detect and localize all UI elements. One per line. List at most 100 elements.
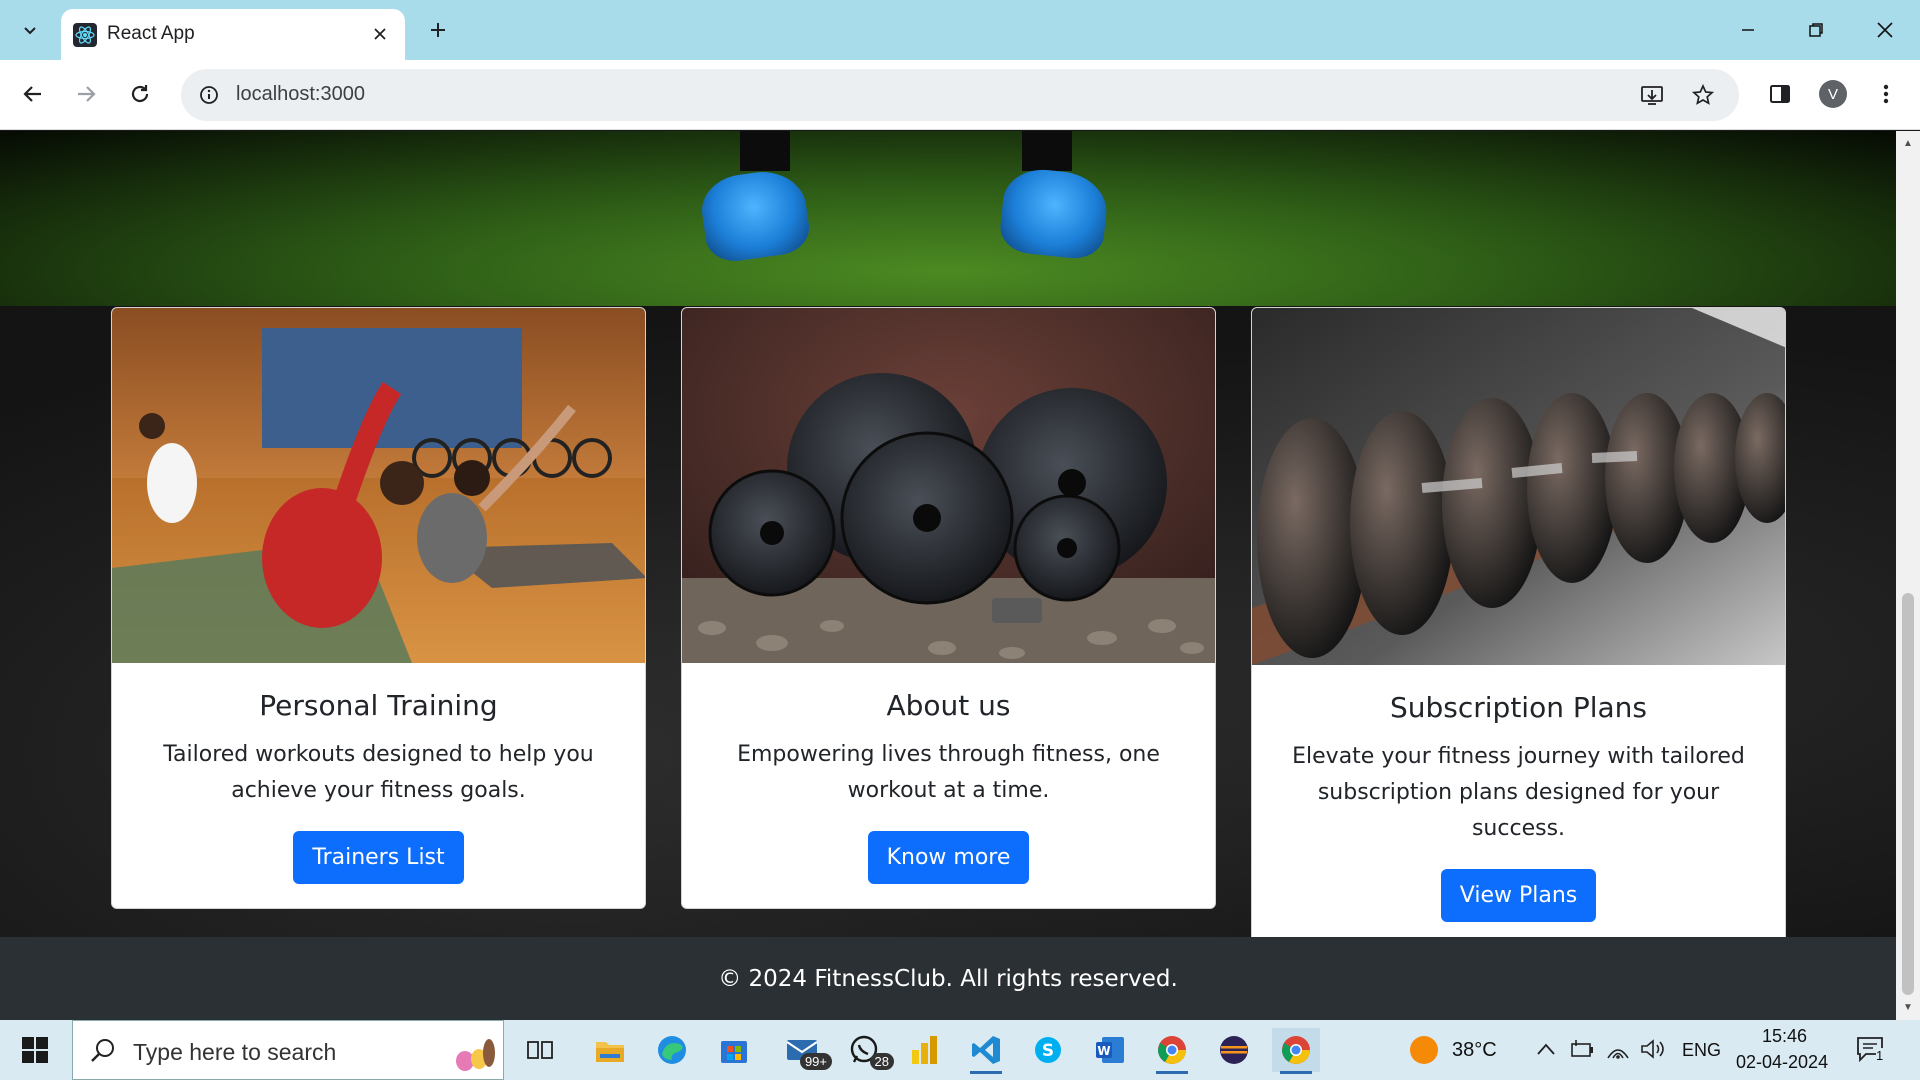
restore-button[interactable] [1791,8,1841,52]
card-text: Tailored workouts designed to help you a… [134,737,623,809]
mail-button[interactable]: 99+ [778,1028,832,1072]
info-icon [200,86,218,104]
profile-button[interactable]: V [1813,74,1853,114]
card-body: About us Empowering lives through fitnes… [682,663,1215,908]
bookmark-button[interactable] [1685,77,1721,113]
avatar: V [1819,80,1847,108]
whatsapp-button[interactable]: 28 [840,1028,894,1072]
chrome-icon [1158,1036,1186,1064]
card-text: Empowering lives through fitness, one wo… [704,737,1193,809]
language-indicator[interactable]: ENG [1682,1040,1721,1061]
card-subscription-plans: Subscription Plans Elevate your fitness … [1251,307,1786,947]
site-info-button[interactable] [191,77,227,113]
wifi-icon[interactable] [1606,1038,1630,1060]
clock-date[interactable]: 02-04-2024 [1736,1052,1828,1073]
side-panel-icon [1770,85,1790,103]
easter-eggs-icon [456,1039,495,1071]
install-icon [1641,86,1663,105]
start-button[interactable] [12,1032,58,1068]
chevron-up-icon[interactable] [1536,1042,1556,1056]
page-viewport: Personal Training Tailored workouts desi… [0,131,1896,1020]
back-button[interactable] [13,74,53,114]
task-view-button[interactable] [516,1028,564,1072]
minimize-button[interactable] [1723,8,1773,52]
tab-search-button[interactable] [10,10,50,50]
mail-badge: 99+ [799,1053,832,1070]
trainers-list-button[interactable]: Trainers List [293,830,464,884]
browser-toolbar: localhost:3000 V [0,60,1920,130]
forward-button[interactable] [66,74,106,114]
svg-text:W: W [1097,1044,1110,1058]
tab-close-button[interactable] [367,21,393,47]
word-button[interactable]: W [1086,1028,1134,1072]
skype-button[interactable]: S [1024,1028,1072,1072]
arrow-left-icon [23,86,41,102]
search-icon [91,1039,114,1062]
card-text-line: workout at a time. [847,777,1050,803]
edge-button[interactable] [648,1028,696,1072]
close-icon [374,28,386,40]
vscode-button[interactable] [962,1028,1010,1074]
hero-shoe-left [697,166,813,265]
notification-count: 1 [1876,1048,1884,1063]
card-image-yoga-class [112,308,645,663]
eclipse-icon [1220,1036,1248,1064]
edge-browser-icon [658,1036,686,1064]
side-panel-button[interactable] [1760,74,1800,114]
url-text: localhost:3000 [236,83,365,105]
weather-sun-icon[interactable] [1408,1034,1440,1066]
hero-image [0,131,1896,306]
file-explorer-button[interactable] [586,1028,634,1072]
scroll-up-arrow[interactable]: ▲ [1900,135,1916,151]
card-body: Personal Training Tailored workouts desi… [112,663,645,908]
kebab-menu-icon [1883,84,1889,104]
scroll-down-arrow[interactable]: ▼ [1900,999,1916,1015]
hero-leg-right [1022,131,1072,171]
clock-time[interactable]: 15:46 [1762,1026,1807,1047]
windows-logo-icon [22,1037,48,1063]
browser-tab-active[interactable]: React App [61,9,405,60]
dumbbell-rack-illustration [1252,308,1785,665]
install-app-button[interactable] [1634,77,1670,113]
skype-icon: S [1035,1037,1061,1063]
microsoft-store-button[interactable] [710,1028,758,1072]
card-text-line: subscription plans designed for your suc… [1317,779,1720,841]
browser-menu-button[interactable] [1866,74,1906,114]
card-title: Subscription Plans [1389,691,1648,724]
battery-icon[interactable] [1570,1038,1594,1060]
taskbar-search-box[interactable]: Type here to search [72,1020,504,1080]
task-view-icon [527,1041,553,1059]
chrome-button-1[interactable] [1148,1028,1196,1074]
new-tab-button[interactable] [420,12,456,48]
power-bi-button[interactable] [900,1028,948,1072]
minimize-icon [1742,29,1754,31]
card-image-weight-plates [682,308,1215,663]
scrollbar-thumb[interactable] [1902,593,1914,995]
react-logo-icon [73,23,97,47]
know-more-button[interactable]: Know more [867,830,1030,884]
whatsapp-badge: 28 [869,1053,894,1070]
card-personal-training: Personal Training Tailored workouts desi… [111,307,646,909]
notification-center-button[interactable]: 1 [1856,1036,1888,1066]
store-icon [721,1041,747,1063]
close-window-button[interactable] [1860,8,1910,52]
reload-button[interactable] [120,74,160,114]
yoga-class-illustration [112,308,645,663]
reload-icon [131,85,149,103]
chrome-button-2[interactable] [1272,1028,1320,1074]
card-text-line: Tailored workouts designed to help you [163,741,594,767]
arrow-right-icon [78,86,96,102]
card-text: Elevate your fitness journey with tailor… [1274,739,1763,847]
card-text-line: achieve your fitness goals. [231,777,526,803]
weather-temperature[interactable]: 38°C [1452,1039,1497,1062]
windows-taskbar: Type here to search 99+ 28 S W 38°C ENG … [0,1020,1920,1080]
address-bar[interactable]: localhost:3000 [181,69,1739,121]
page-scrollbar[interactable]: ▲ ▼ [1896,131,1920,1020]
volume-icon[interactable] [1640,1038,1666,1060]
eclipse-button[interactable] [1210,1028,1258,1072]
restore-icon [1809,23,1823,37]
chevron-down-icon [24,27,36,35]
view-plans-button[interactable]: View Plans [1440,868,1597,922]
browser-titlebar: React App [0,0,1920,60]
svg-text:S: S [1042,1041,1054,1061]
